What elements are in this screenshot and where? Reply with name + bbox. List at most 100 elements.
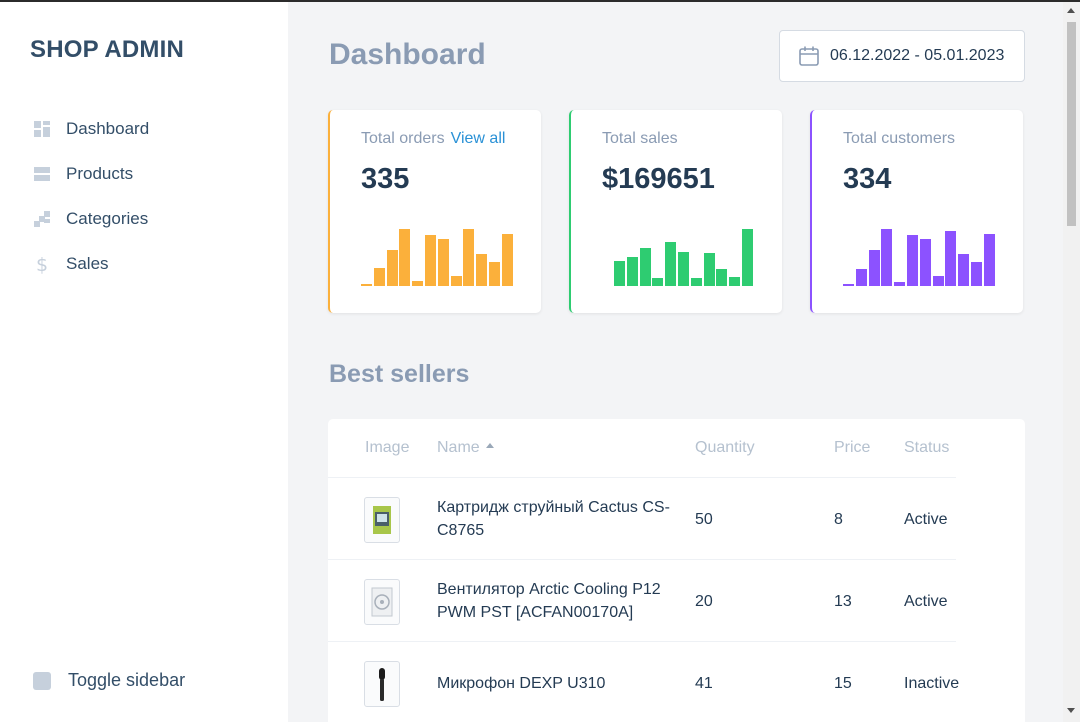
sparkline-bar — [729, 277, 741, 286]
product-name: Вентилятор Arctic Cooling P12 PWM PST [A… — [437, 581, 661, 621]
stat-card-customers: Total customers 334 — [810, 110, 1023, 313]
stat-sparkline — [843, 226, 997, 286]
column-header-image: Image — [365, 439, 410, 456]
sparkline-bar — [894, 282, 906, 286]
categories-icon — [30, 207, 54, 231]
stat-sparkline — [361, 226, 515, 286]
column-header-status: Status — [904, 439, 950, 456]
column-header-name[interactable]: Name — [437, 439, 494, 457]
product-quantity: 41 — [695, 675, 713, 692]
sidebar-item-sales[interactable]: $ Sales — [30, 241, 149, 286]
calendar-icon — [798, 45, 820, 67]
sparkline-bar — [665, 242, 677, 286]
sparkline-bar — [652, 278, 664, 286]
sparkline-bar — [932, 276, 944, 286]
sparkline-bar — [488, 262, 500, 286]
sidebar-item-label: Categories — [66, 208, 149, 228]
sparkline-bar — [690, 278, 702, 286]
sparkline-bar — [437, 239, 449, 286]
sidebar-nav: Dashboard Products Categories $ Sales — [30, 106, 149, 286]
product-status: Active — [904, 511, 948, 528]
toggle-sidebar-icon — [33, 671, 51, 690]
table-row[interactable]: Картридж струйный Cactus CS-C8765 50 8 A… — [328, 477, 956, 559]
sidebar-item-products[interactable]: Products — [30, 151, 149, 196]
sparkline-bar — [399, 229, 411, 286]
dashboard-icon — [30, 117, 54, 141]
toggle-sidebar-label: Toggle sidebar — [68, 670, 186, 690]
date-range-picker[interactable]: 06.12.2022 - 05.01.2023 — [779, 30, 1025, 82]
stat-card-orders: Total orders View all 335 — [328, 110, 541, 313]
product-status: Active — [904, 593, 948, 610]
sidebar: SHOP ADMIN Dashboard Products Categories… — [0, 2, 288, 722]
sparkline-bar — [958, 254, 970, 286]
sparkline-bar — [983, 234, 995, 286]
page-scrollbar[interactable] — [1063, 2, 1080, 722]
product-name: Микрофон DEXP U310 — [437, 675, 606, 692]
sort-ascending-icon — [485, 443, 494, 449]
page-title: Dashboard — [329, 38, 486, 71]
sidebar-item-dashboard[interactable]: Dashboard — [30, 106, 149, 151]
sparkline-bar — [906, 235, 918, 286]
stat-value: 335 — [361, 163, 410, 195]
sidebar-item-label: Products — [66, 163, 134, 183]
column-header-price: Price — [834, 439, 871, 456]
table-row[interactable]: Вентилятор Arctic Cooling P12 PWM PST [A… — [328, 559, 956, 641]
sidebar-item-label: Dashboard — [66, 118, 150, 138]
sparkline-bar — [361, 284, 372, 286]
scroll-up-icon[interactable] — [1067, 8, 1075, 13]
sparkline-bar — [463, 229, 475, 286]
sparkline-bar — [677, 252, 689, 286]
sparkline-bar — [881, 229, 893, 286]
sparkline-bar — [476, 254, 488, 286]
sparkline-bar — [412, 281, 424, 286]
sparkline-bar — [741, 229, 753, 286]
sparkline-bar — [424, 235, 436, 286]
product-quantity: 50 — [695, 511, 713, 528]
sparkline-bar — [855, 269, 867, 286]
toggle-sidebar-button[interactable]: Toggle sidebar — [30, 670, 185, 691]
product-price: 15 — [834, 675, 852, 692]
stat-label: Total orders View all — [361, 130, 505, 148]
products-icon — [30, 162, 54, 186]
sparkline-bar — [716, 269, 728, 286]
sparkline-bar — [373, 268, 385, 286]
sparkline-bar — [919, 239, 931, 286]
product-thumbnail-fan — [364, 579, 400, 625]
stat-label-text: Total orders — [361, 130, 445, 147]
sparkline-bar — [626, 257, 638, 286]
sidebar-item-label: Sales — [66, 253, 109, 273]
product-name: Картридж струйный Cactus CS-C8765 — [437, 499, 670, 539]
product-status: Inactive — [904, 675, 960, 692]
sidebar-item-categories[interactable]: Categories — [30, 196, 149, 241]
date-range-value: 06.12.2022 - 05.01.2023 — [830, 47, 1005, 64]
scrollbar-thumb[interactable] — [1067, 22, 1076, 226]
stat-card-sales: Total sales $169651 — [569, 110, 782, 313]
sparkline-bar — [450, 276, 462, 286]
scroll-down-icon[interactable] — [1067, 708, 1075, 713]
product-price: 8 — [834, 511, 843, 528]
sparkline-bar — [945, 231, 957, 286]
sparkline-bar — [970, 262, 982, 286]
stat-value: 334 — [843, 163, 892, 195]
sparkline-bar — [386, 250, 398, 286]
stat-sparkline — [614, 226, 755, 286]
sparkline-bar — [614, 261, 625, 286]
stat-label: Total customers — [843, 130, 956, 147]
dollar-icon: $ — [30, 252, 54, 276]
product-thumbnail-microphone — [364, 661, 400, 707]
best-sellers-table: Image Name Quantity Price Status Картрид… — [328, 419, 1025, 722]
brand-title: SHOP ADMIN — [30, 36, 185, 63]
view-all-link[interactable]: View all — [451, 130, 506, 147]
product-price: 13 — [834, 593, 852, 610]
stat-value: $169651 — [602, 163, 715, 195]
svg-text:$: $ — [36, 254, 48, 274]
product-quantity: 20 — [695, 593, 713, 610]
section-title: Best sellers — [329, 360, 470, 388]
table-row[interactable]: Микрофон DEXP U310 41 15 Inactive — [328, 641, 960, 722]
sparkline-bar — [703, 253, 715, 286]
column-header-quantity: Quantity — [695, 439, 755, 456]
sparkline-bar — [639, 248, 651, 286]
stat-label: Total sales — [602, 130, 678, 147]
product-thumbnail-cartridge — [364, 497, 400, 543]
sparkline-bar — [501, 234, 513, 286]
